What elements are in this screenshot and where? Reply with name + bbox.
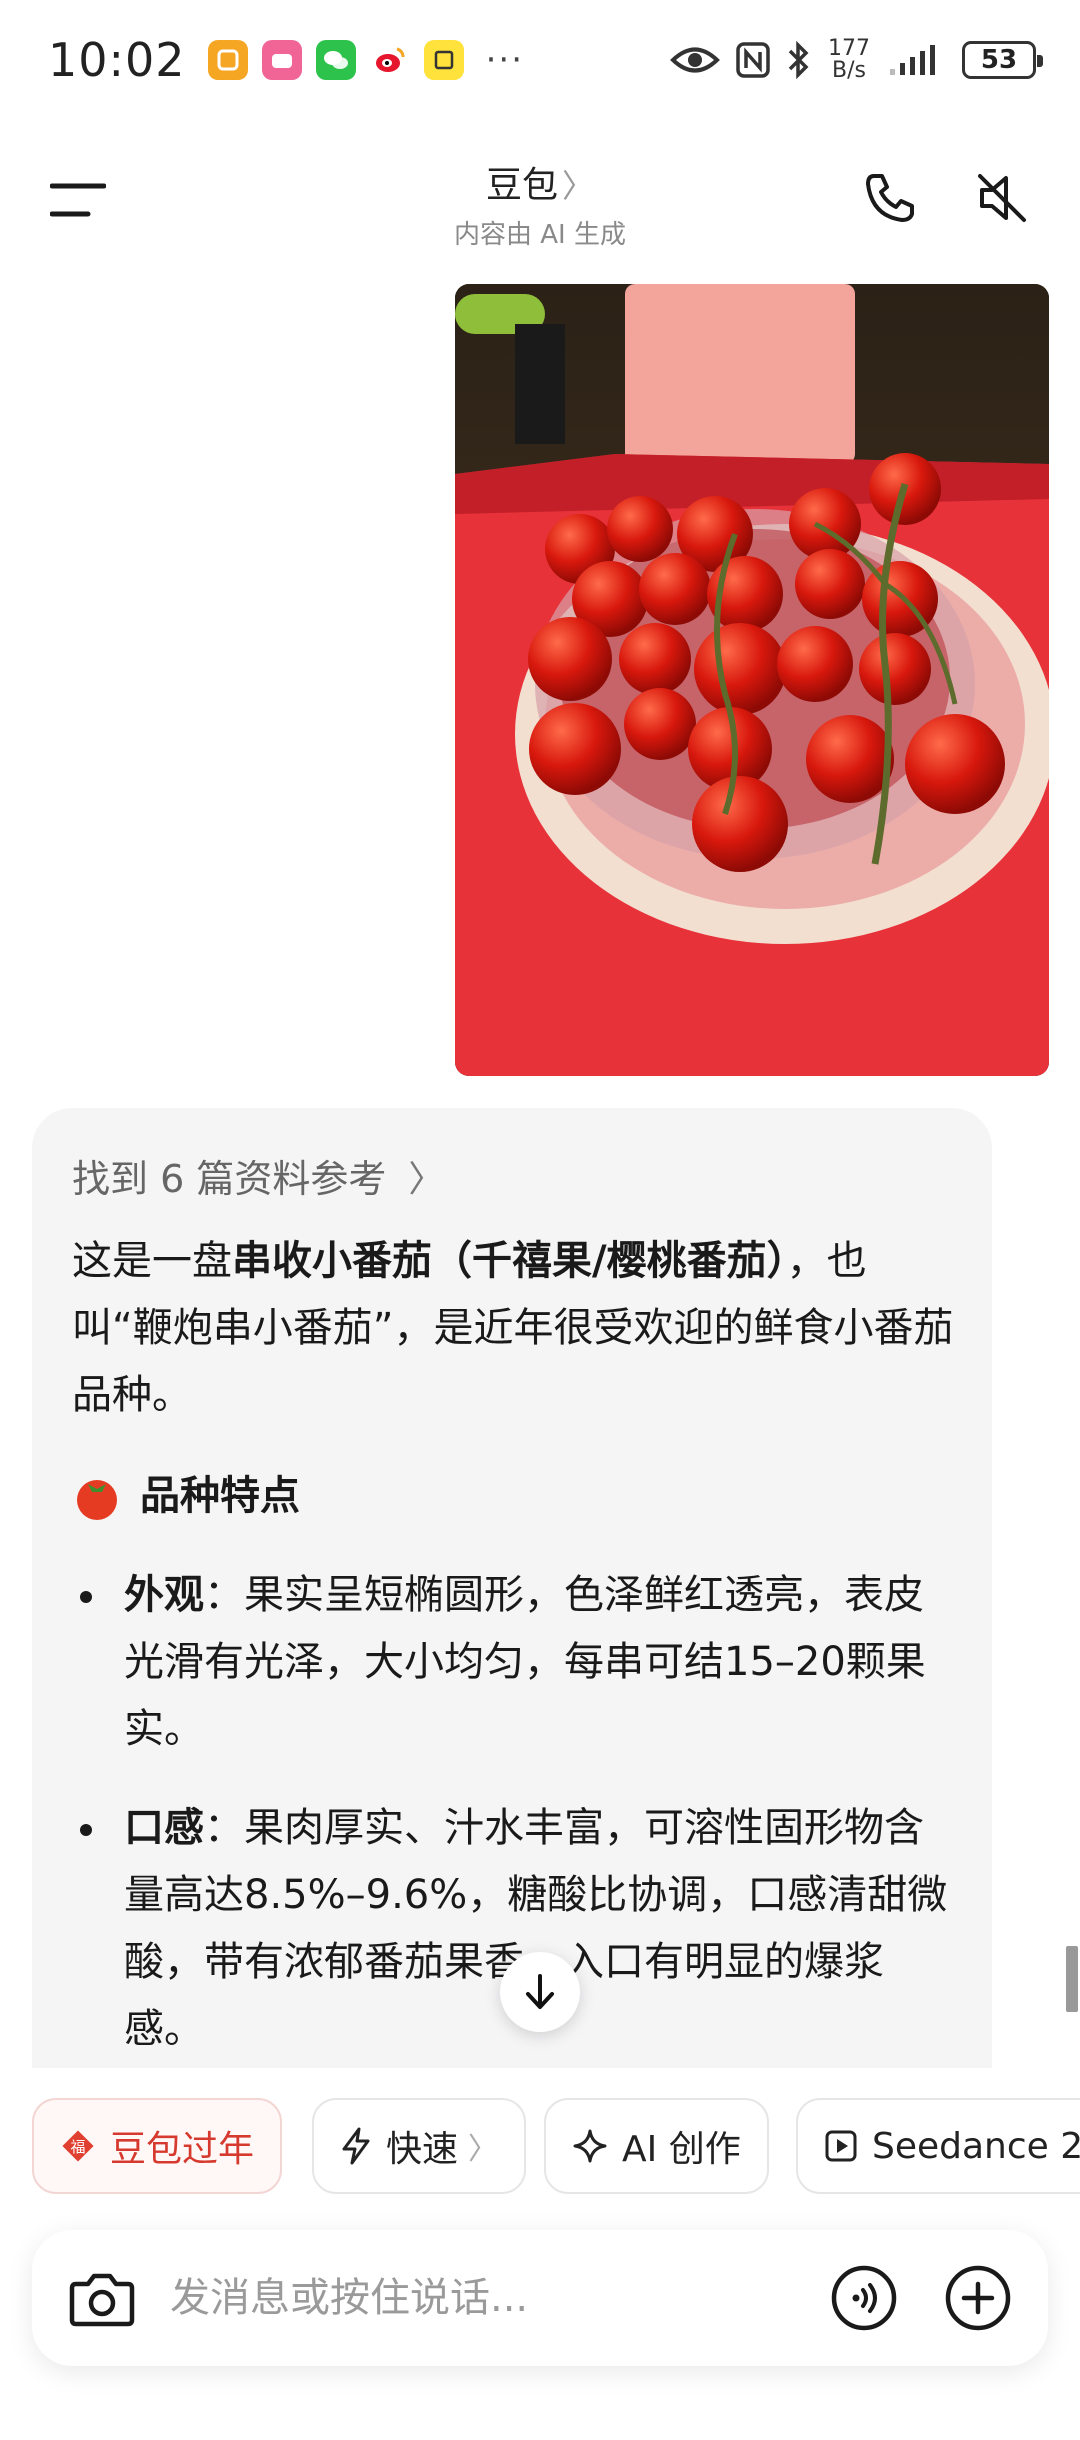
notification-icons: ··· <box>207 40 525 80</box>
bullet-label: 口感 <box>124 1805 204 1851</box>
answer-body: 这是一盘串收小番茄（千禧果/樱桃番茄），也叫“鞭炮串小番茄”，是近年很受欢迎的鲜… <box>72 1228 962 2063</box>
scrollbar-thumb[interactable] <box>1066 1946 1078 2012</box>
network-speed: 177 B/s <box>828 38 870 82</box>
section-title: 品种特点 <box>140 1473 300 1519</box>
status-bar: 10:02 ··· 177 B/s 53 <box>0 0 1080 120</box>
ai-generated-notice: 内容由 AI 生成 <box>454 220 626 250</box>
message-input[interactable] <box>170 2264 790 2332</box>
video-play-icon <box>824 2129 858 2163</box>
fortune-icon: 福 <box>60 2128 96 2164</box>
more-notifications-icon: ··· <box>485 40 525 80</box>
chat-title[interactable]: 豆包 <box>486 165 558 206</box>
svg-text:福: 福 <box>70 2138 85 2156</box>
section-heading: 品种特点 <box>72 1463 962 1530</box>
seedance-label[interactable]: Seedance 2.0 <box>872 2126 1080 2167</box>
ai-create-label[interactable]: AI 创作 <box>622 2120 741 2172</box>
chevron-right-icon: 〉 <box>562 167 595 205</box>
status-right: 177 B/s 53 <box>670 38 1043 82</box>
ai-create-chip[interactable]: AI 创作 <box>544 2098 769 2194</box>
intro-highlight: 串收小番茄（千禧果/樱桃番茄） <box>232 1238 787 1284</box>
signal-icon <box>890 45 935 75</box>
fast-mode-label[interactable]: 快速 <box>386 2120 458 2172</box>
eye-icon <box>670 47 720 73</box>
bullet-label: 外观 <box>124 1572 204 1618</box>
assistant-message: 找到 6 篇资料参考 〉 这是一盘串收小番茄（千禧果/樱桃番茄），也叫“鞭炮串小… <box>32 1108 992 2068</box>
status-time: 10:02 <box>48 33 186 87</box>
network-speed-value: 177 <box>828 36 870 61</box>
scroll-to-bottom-button[interactable] <box>500 1952 580 2032</box>
chevron-right-icon: 〉 <box>468 2132 499 2167</box>
new-year-label[interactable]: 豆包过年 <box>110 2120 254 2172</box>
add-attachment-icon[interactable] <box>944 2264 1012 2332</box>
chevron-right-icon: 〉 <box>408 1158 445 1200</box>
new-year-chip[interactable]: 福 豆包过年 <box>32 2098 283 2194</box>
chat-header: 豆包〉 内容由 AI 生成 <box>0 140 1080 260</box>
bilibili-icon <box>261 40 302 80</box>
battery-indicator: 53 <box>962 41 1043 79</box>
fast-mode-chip[interactable]: 快速 〉 <box>312 2098 527 2194</box>
camera-icon[interactable] <box>68 2266 136 2330</box>
intro-prefix: 这是一盘 <box>72 1238 232 1284</box>
phone-call-icon[interactable] <box>862 170 918 226</box>
bullet-text: ：果实呈短椭圆形，色泽鲜红透亮，表皮光滑有光泽，大小均匀，每串可结15–20颗果… <box>124 1572 926 1752</box>
chat-screen: 10:02 ··· 177 B/s 53 豆包 〉 内容由 AI 生成 找到 6… <box>0 0 1080 2440</box>
seedance-chip[interactable]: Seedance 2.0 <box>796 2098 1080 2194</box>
app-notification-icon <box>207 40 248 80</box>
sparkle-icon <box>572 2128 608 2164</box>
speaker-mute-icon[interactable] <box>974 170 1030 226</box>
nfc-icon <box>736 42 770 78</box>
chat-title-area[interactable]: 豆包〉 内容由 AI 生成 <box>0 156 1080 251</box>
wechat-icon <box>315 40 356 80</box>
tomato-icon <box>77 1479 117 1520</box>
bluetooth-icon <box>788 41 809 79</box>
network-speed-unit: B/s <box>832 58 866 83</box>
quick-actions-bar: 福 豆包过年 快速 〉 AI 创作 Seedance 2.0 <box>0 2068 1080 2208</box>
list-item: 外观：果实呈短椭圆形，色泽鲜红透亮，表皮光滑有光泽，大小均匀，每串可结15–20… <box>72 1562 962 1763</box>
answer-intro: 这是一盘串收小番茄（千禧果/樱桃番茄），也叫“鞭炮串小番茄”，是近年很受欢迎的鲜… <box>72 1228 962 1429</box>
arrow-down-icon <box>526 1974 554 2009</box>
references-label[interactable]: 找到 6 篇资料参考 <box>72 1148 386 1203</box>
message-composer <box>32 2230 1048 2366</box>
references-link[interactable]: 找到 6 篇资料参考 〉 <box>72 1148 444 1203</box>
voice-call-icon[interactable] <box>830 2264 898 2332</box>
app-notification-icon <box>423 40 464 80</box>
weibo-icon <box>369 40 410 80</box>
sent-photo[interactable] <box>455 284 1049 1076</box>
lightning-icon <box>340 2127 372 2165</box>
